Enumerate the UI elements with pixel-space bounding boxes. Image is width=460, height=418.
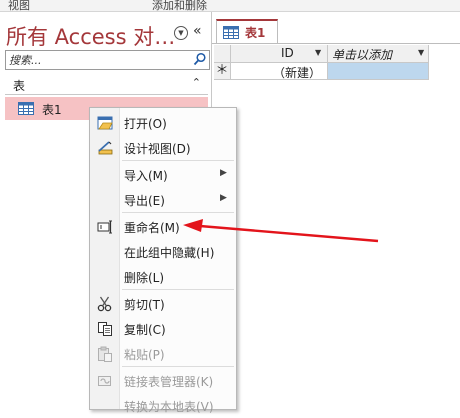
annotation-arrow [183,219,379,243]
annotation-arrow-shaft [199,224,379,243]
annotation-arrow-head [183,219,203,232]
